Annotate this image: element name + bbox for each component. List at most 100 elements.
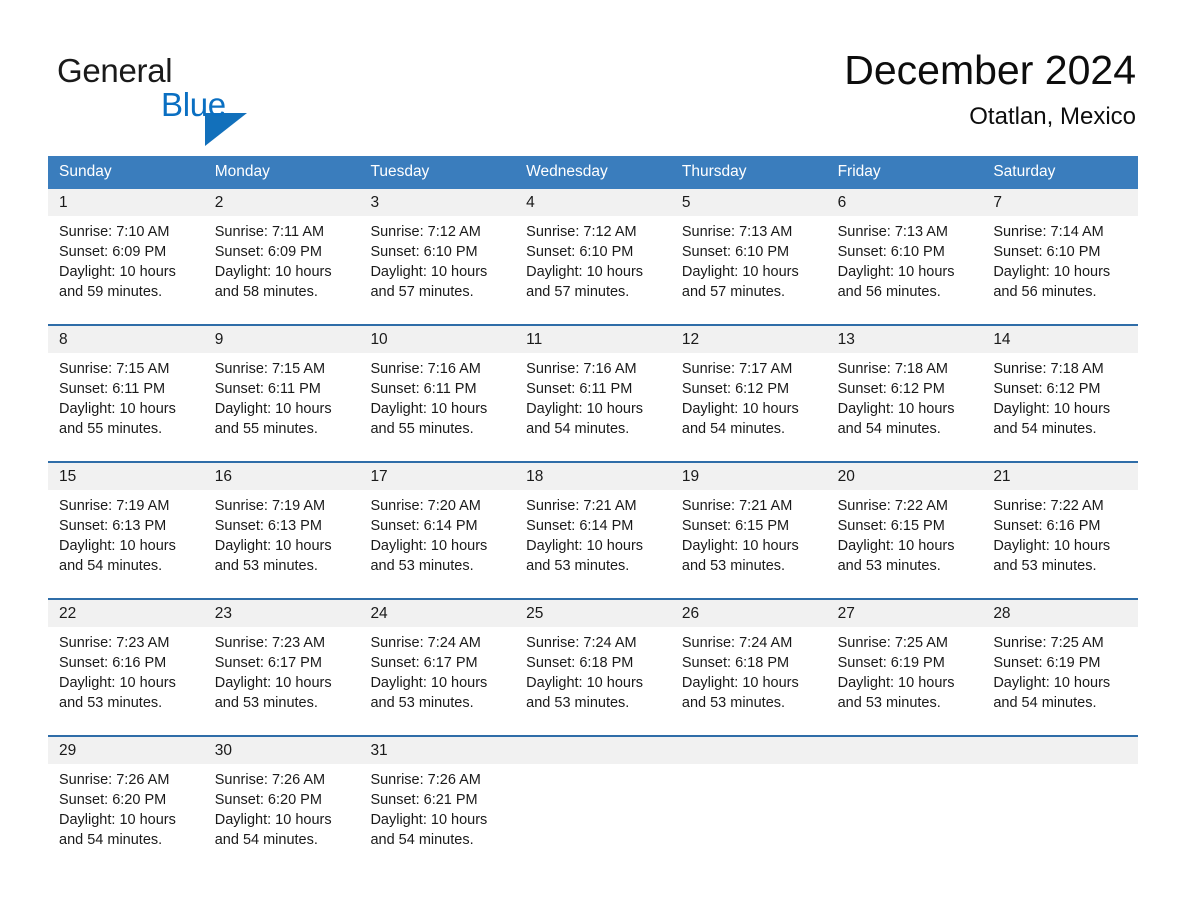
- day-number[interactable]: 25: [515, 600, 671, 627]
- day-cell[interactable]: Sunrise: 7:19 AM Sunset: 6:13 PM Dayligh…: [204, 490, 360, 598]
- weekday-header-row: Sunday Monday Tuesday Wednesday Thursday…: [48, 156, 1138, 187]
- day-cell[interactable]: Sunrise: 7:16 AM Sunset: 6:11 PM Dayligh…: [515, 353, 671, 461]
- sunrise-text: Sunrise: 7:18 AM: [993, 361, 1104, 377]
- day-cell[interactable]: Sunrise: 7:24 AM Sunset: 6:18 PM Dayligh…: [671, 627, 827, 735]
- weekday-header-thursday: Thursday: [681, 163, 747, 180]
- day-number[interactable]: 9: [204, 326, 360, 353]
- day-number[interactable]: 7: [982, 189, 1138, 216]
- sunset-text: Sunset: 6:10 PM: [681, 244, 790, 260]
- sunset-text: Sunset: 6:16 PM: [59, 655, 167, 671]
- sunset-text: Sunset: 6:19 PM: [837, 655, 945, 671]
- day-cell[interactable]: Sunrise: 7:12 AM Sunset: 6:10 PM Dayligh…: [359, 216, 515, 324]
- week-body: Sunrise: 7:15 AM Sunset: 6:11 PM Dayligh…: [48, 353, 1138, 461]
- week-daynumber-band: 8 9 10 11 12 13 14: [48, 326, 1138, 353]
- sunrise-text: Sunrise: 7:22 AM: [837, 498, 949, 514]
- day-number[interactable]: 11: [515, 326, 671, 353]
- day-number[interactable]: 2: [204, 189, 360, 216]
- day-cell[interactable]: Sunrise: 7:25 AM Sunset: 6:19 PM Dayligh…: [827, 627, 983, 735]
- sunset-text: Sunset: 6:10 PM: [993, 244, 1101, 260]
- day-number[interactable]: 16: [204, 463, 360, 490]
- sunrise-text: Sunrise: 7:21 AM: [681, 498, 793, 514]
- day-number[interactable]: 31: [359, 737, 515, 764]
- day-cell[interactable]: Sunrise: 7:25 AM Sunset: 6:19 PM Dayligh…: [982, 627, 1138, 735]
- day-cell[interactable]: Sunrise: 7:15 AM Sunset: 6:11 PM Dayligh…: [48, 353, 204, 461]
- day-cell[interactable]: Sunrise: 7:13 AM Sunset: 6:10 PM Dayligh…: [671, 216, 827, 324]
- day-number[interactable]: 6: [827, 189, 983, 216]
- day-number[interactable]: 20: [827, 463, 983, 490]
- day-number[interactable]: 22: [48, 600, 204, 627]
- day-cell[interactable]: Sunrise: 7:21 AM Sunset: 6:14 PM Dayligh…: [515, 490, 671, 598]
- sunrise-text: Sunrise: 7:12 AM: [526, 224, 637, 240]
- sunrise-text: Sunrise: 7:26 AM: [370, 772, 481, 788]
- day-number[interactable]: 30: [204, 737, 360, 764]
- sunset-text: Sunset: 6:14 PM: [526, 518, 634, 534]
- day-number[interactable]: 10: [359, 326, 515, 353]
- day-cell[interactable]: Sunrise: 7:26 AM Sunset: 6:20 PM Dayligh…: [204, 764, 360, 872]
- title-block: December 2024 Otatlan, Mexico: [844, 45, 1136, 133]
- day-number[interactable]: 28: [982, 600, 1138, 627]
- day-cell[interactable]: Sunrise: 7:21 AM Sunset: 6:15 PM Dayligh…: [671, 490, 827, 598]
- day-cell[interactable]: Sunrise: 7:22 AM Sunset: 6:15 PM Dayligh…: [827, 490, 983, 598]
- sunrise-text: Sunrise: 7:19 AM: [214, 498, 326, 514]
- day-cell[interactable]: Sunrise: 7:18 AM Sunset: 6:12 PM Dayligh…: [827, 353, 983, 461]
- day-cell[interactable]: Sunrise: 7:12 AM Sunset: 6:10 PM Dayligh…: [515, 216, 671, 324]
- sunrise-text: Sunrise: 7:22 AM: [993, 498, 1104, 514]
- sunset-text: Sunset: 6:09 PM: [59, 244, 167, 260]
- day-number[interactable]: 24: [359, 600, 515, 627]
- sunset-text: Sunset: 6:17 PM: [214, 655, 322, 671]
- weekday-header-wednesday: Wednesday: [526, 163, 608, 180]
- sunset-text: Sunset: 6:20 PM: [214, 792, 322, 808]
- day-number[interactable]: 17: [359, 463, 515, 490]
- day-number[interactable]: 29: [48, 737, 204, 764]
- day-cell[interactable]: Sunrise: 7:19 AM Sunset: 6:13 PM Dayligh…: [48, 490, 204, 598]
- sunset-text: Sunset: 6:11 PM: [59, 381, 166, 397]
- day-cell[interactable]: Sunrise: 7:24 AM Sunset: 6:17 PM Dayligh…: [359, 627, 515, 735]
- day-cell[interactable]: Sunrise: 7:14 AM Sunset: 6:10 PM Dayligh…: [982, 216, 1138, 324]
- sunset-text: Sunset: 6:21 PM: [370, 792, 478, 808]
- week-daynumber-band: 15 16 17 18 19 20 21: [48, 463, 1138, 490]
- day-cell-empty: [515, 764, 671, 872]
- day-number[interactable]: 1: [48, 189, 204, 216]
- day-cell[interactable]: Sunrise: 7:16 AM Sunset: 6:11 PM Dayligh…: [359, 353, 515, 461]
- day-number[interactable]: 8: [48, 326, 204, 353]
- day-cell[interactable]: Sunrise: 7:23 AM Sunset: 6:16 PM Dayligh…: [48, 627, 204, 735]
- day-cell[interactable]: Sunrise: 7:23 AM Sunset: 6:17 PM Dayligh…: [204, 627, 360, 735]
- day-cell[interactable]: Sunrise: 7:17 AM Sunset: 6:12 PM Dayligh…: [671, 353, 827, 461]
- day-number[interactable]: 3: [359, 189, 515, 216]
- daylight-text: Daylight: 10 hours and 53 minutes.: [526, 675, 644, 711]
- day-number[interactable]: 12: [671, 326, 827, 353]
- generalblue-logo[interactable]: General Blue: [57, 52, 317, 146]
- sunset-text: Sunset: 6:09 PM: [214, 244, 322, 260]
- day-cell[interactable]: Sunrise: 7:11 AM Sunset: 6:09 PM Dayligh…: [204, 216, 360, 324]
- sunrise-text: Sunrise: 7:26 AM: [214, 772, 326, 788]
- day-cell[interactable]: Sunrise: 7:26 AM Sunset: 6:21 PM Dayligh…: [359, 764, 515, 872]
- day-number[interactable]: 27: [827, 600, 983, 627]
- day-number[interactable]: 5: [671, 189, 827, 216]
- day-number[interactable]: 14: [982, 326, 1138, 353]
- sunset-text: Sunset: 6:16 PM: [993, 518, 1101, 534]
- daylight-text: Daylight: 10 hours and 55 minutes.: [214, 401, 332, 437]
- week-daynumber-band: 22 23 24 25 26 27 28: [48, 600, 1138, 627]
- daylight-text: Daylight: 10 hours and 57 minutes.: [526, 264, 644, 300]
- day-cell[interactable]: Sunrise: 7:18 AM Sunset: 6:12 PM Dayligh…: [982, 353, 1138, 461]
- day-cell[interactable]: Sunrise: 7:26 AM Sunset: 6:20 PM Dayligh…: [48, 764, 204, 872]
- day-cell[interactable]: Sunrise: 7:15 AM Sunset: 6:11 PM Dayligh…: [204, 353, 360, 461]
- day-number[interactable]: 21: [982, 463, 1138, 490]
- sunrise-text: Sunrise: 7:20 AM: [370, 498, 481, 514]
- calendar-week-row: 8 9 10 11 12 13 14 Sunrise: 7:15 AM Suns…: [48, 324, 1138, 461]
- day-cell[interactable]: Sunrise: 7:13 AM Sunset: 6:10 PM Dayligh…: [827, 216, 983, 324]
- day-cell[interactable]: Sunrise: 7:22 AM Sunset: 6:16 PM Dayligh…: [982, 490, 1138, 598]
- day-number[interactable]: 15: [48, 463, 204, 490]
- day-number[interactable]: 18: [515, 463, 671, 490]
- week-daynumber-band: 1 2 3 4 5 6 7: [48, 189, 1138, 216]
- daylight-text: Daylight: 10 hours and 53 minutes.: [526, 538, 644, 574]
- day-cell[interactable]: Sunrise: 7:24 AM Sunset: 6:18 PM Dayligh…: [515, 627, 671, 735]
- day-number[interactable]: 19: [671, 463, 827, 490]
- day-cell[interactable]: Sunrise: 7:20 AM Sunset: 6:14 PM Dayligh…: [359, 490, 515, 598]
- day-number[interactable]: 13: [827, 326, 983, 353]
- day-cell[interactable]: Sunrise: 7:10 AM Sunset: 6:09 PM Dayligh…: [48, 216, 204, 324]
- day-number[interactable]: 4: [515, 189, 671, 216]
- day-number[interactable]: 23: [204, 600, 360, 627]
- sunrise-text: Sunrise: 7:17 AM: [681, 361, 793, 377]
- day-number[interactable]: 26: [671, 600, 827, 627]
